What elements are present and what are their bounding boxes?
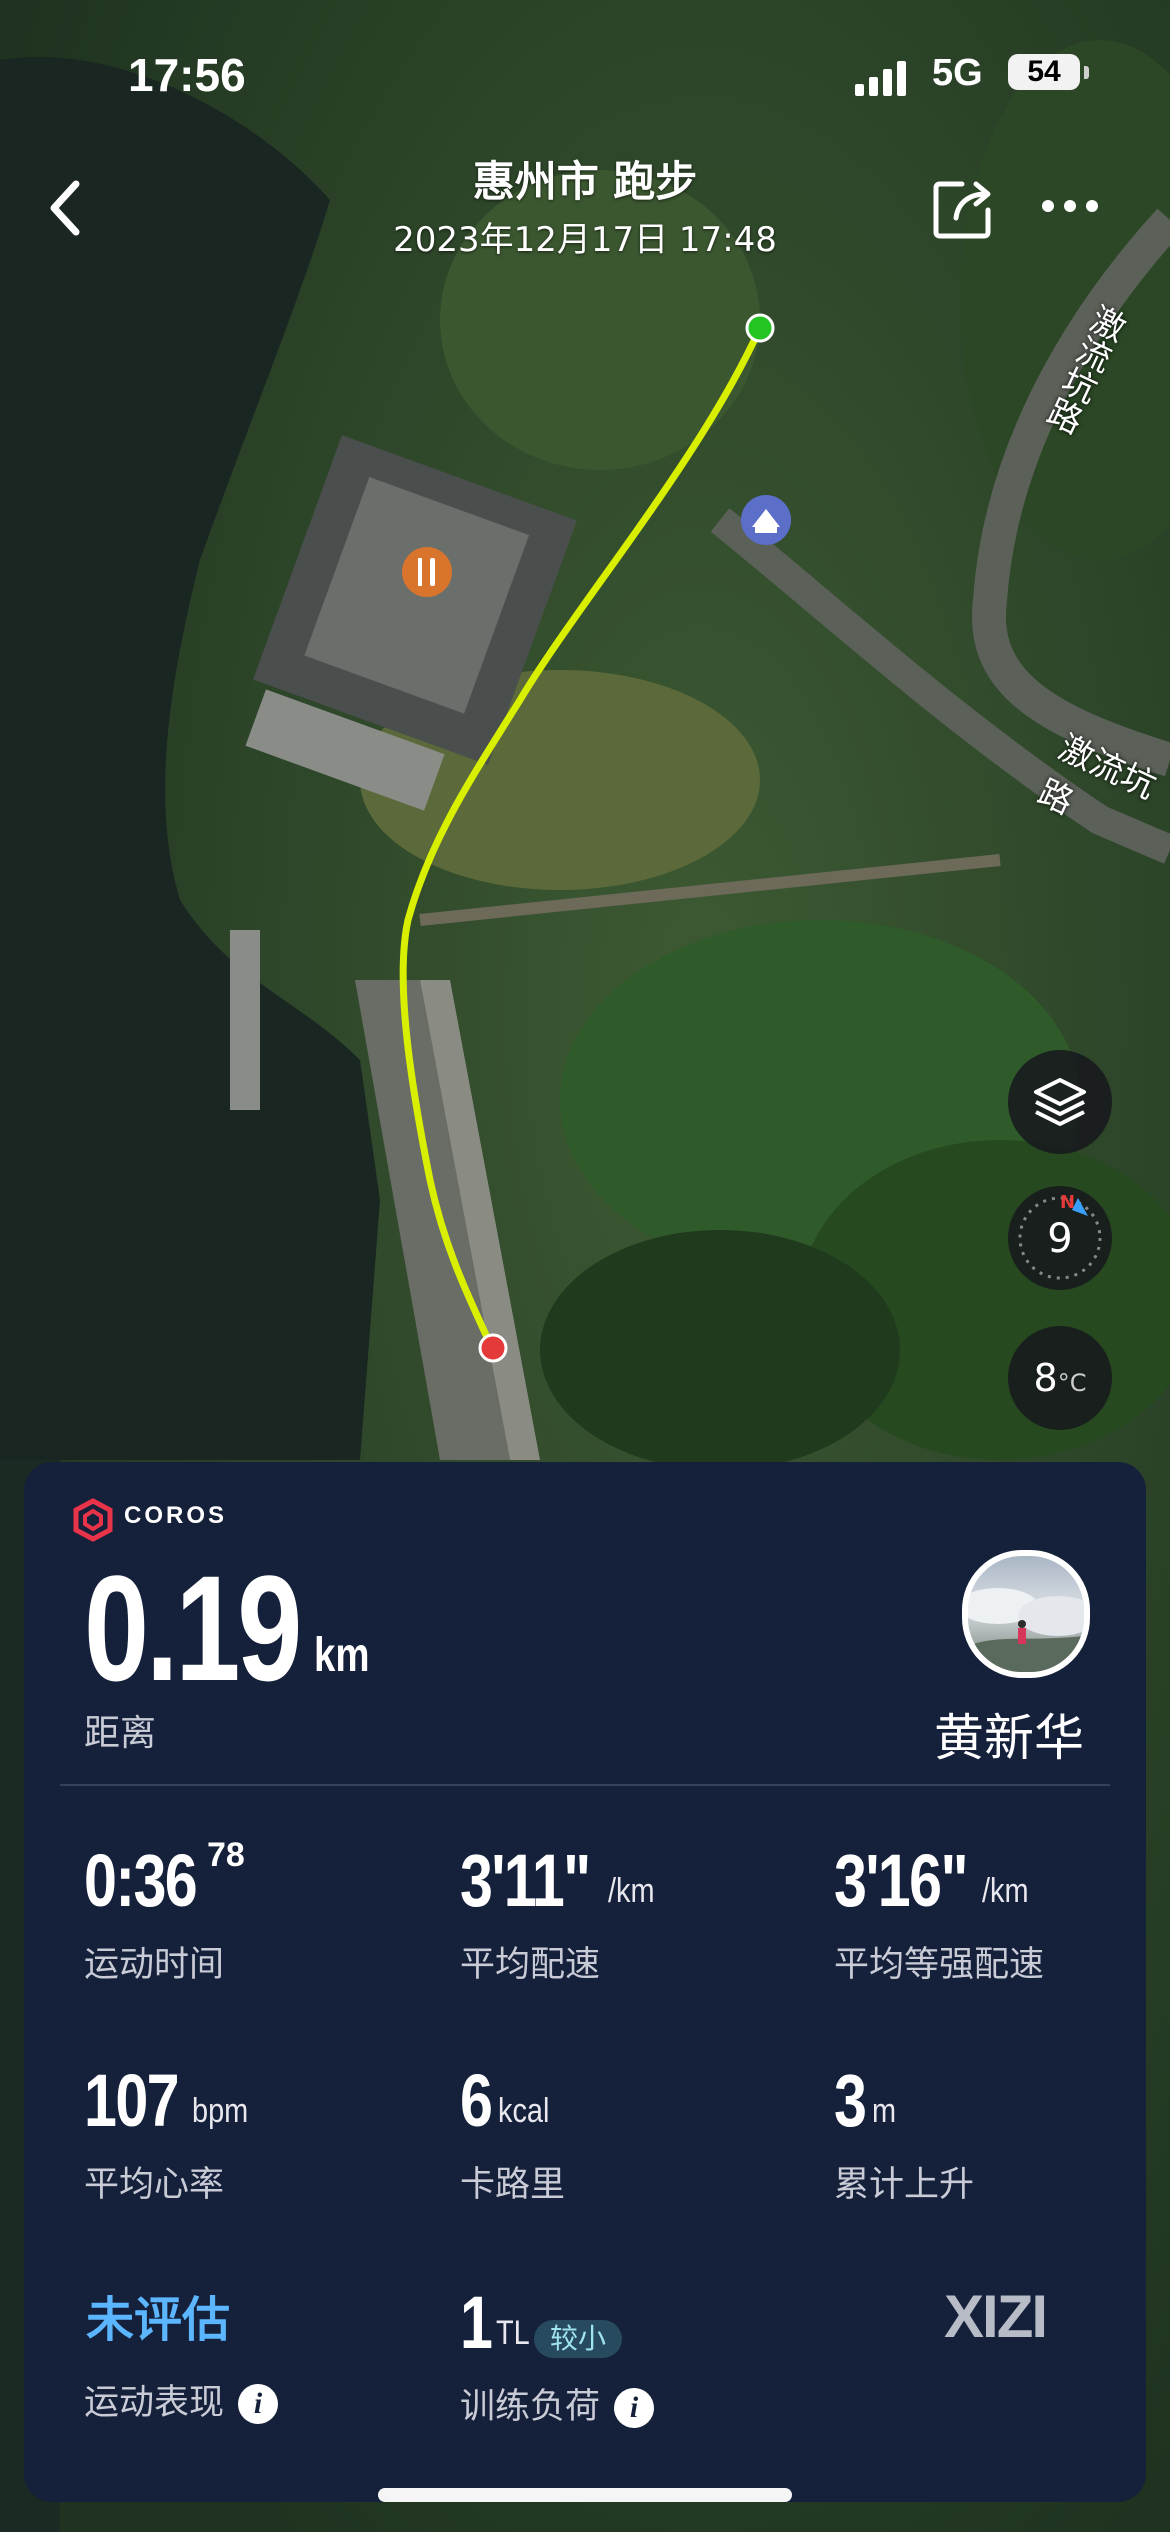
home-indicator[interactable] [378, 2488, 792, 2502]
stat-label-heart-rate: 平均心率 [84, 2165, 225, 2205]
stat-unit: kcal [498, 2092, 550, 2130]
stat-label-duration: 运动时间 [84, 1945, 225, 1985]
avatar-image [968, 1588, 1084, 1672]
stat-value-calories: 6 kcal [460, 2058, 549, 2143]
stat-number: 107 [84, 2059, 180, 2142]
stat-number: 6 [460, 2059, 493, 2142]
training-load-label-row: 训练负荷 i [460, 2378, 655, 2429]
temperature-value: 8 [1033, 1356, 1058, 1400]
coros-logo-icon [73, 1498, 113, 1542]
training-load-number: 1 [460, 2281, 493, 2364]
battery-tip [1084, 66, 1089, 79]
share-icon[interactable] [932, 176, 996, 240]
performance-info-icon[interactable]: i [238, 2384, 279, 2424]
watermark: XIZI [944, 2283, 1048, 2350]
training-load-unit: TL [496, 2314, 530, 2352]
stat-value-duration: 0:36 78 [84, 1836, 245, 1923]
status-time: 17:56 [128, 49, 246, 101]
status-bar: 17:56 5G 54 [0, 48, 1170, 118]
stat-number: 3 [834, 2059, 867, 2142]
training-load-tag: 较小 [534, 2320, 623, 2358]
temperature-unit: °C [1057, 1369, 1087, 1397]
distance-label: 距离 [84, 1713, 157, 1754]
distance-value: 0.19 km [84, 1542, 370, 1715]
stat-value-elevation: 3 m [834, 2058, 896, 2143]
stat-number: 0:36 [84, 1839, 198, 1922]
training-load-label: 训练负荷 [460, 2387, 601, 2427]
athlete-name: 黄新华 [934, 1709, 1084, 1767]
stat-value-avg-pace: 3'11" /km [460, 1838, 655, 1923]
layers-icon [1034, 1078, 1086, 1126]
compass-value: 9 [1047, 1216, 1073, 1262]
training-load-info-icon[interactable]: i [614, 2388, 655, 2428]
performance-value: 未评估 [86, 2292, 231, 2348]
stat-sup: 78 [207, 1836, 245, 1874]
distance-unit: km [314, 1629, 370, 1682]
network-type: 5G [932, 52, 983, 94]
stat-number: 3'11" [460, 1839, 591, 1922]
map-layers-button[interactable] [1008, 1050, 1112, 1154]
more-icon[interactable] [1040, 196, 1100, 216]
stat-value-avg-grade-pace: 3'16" /km [834, 1838, 1029, 1923]
stat-label-avg-pace: 平均配速 [460, 1945, 601, 1985]
stat-label-avg-grade-pace: 平均等强配速 [834, 1945, 1045, 1985]
stat-label-elevation: 累计上升 [834, 2165, 975, 2205]
avatar[interactable] [962, 1550, 1090, 1678]
stat-value-heart-rate: 107 bpm [84, 2058, 248, 2143]
activity-summary-card: COROS 0.19 km 距离 黄新华 0:36 78 运动时间 3'11" … [24, 1462, 1146, 2502]
divider [60, 1784, 1110, 1786]
stat-number: 3'16" [834, 1839, 969, 1922]
distance-number: 0.19 [84, 1544, 302, 1712]
stat-unit: bpm [192, 2092, 249, 2130]
stat-unit: /km [608, 1872, 655, 1910]
temperature: 8°C [1008, 1356, 1112, 1400]
weather-button[interactable]: 8°C [1008, 1326, 1112, 1430]
compass-button[interactable]: N 9 [1008, 1186, 1112, 1290]
stat-unit: /km [982, 1872, 1029, 1910]
stat-label-calories: 卡路里 [460, 2165, 566, 2205]
battery-icon: 54 [1008, 54, 1080, 90]
compass-north: N [1060, 1192, 1076, 1213]
brand-name: COROS [124, 1502, 228, 1529]
performance-label: 运动表现 [84, 2383, 225, 2423]
signal-icon [855, 61, 906, 96]
stat-unit: m [872, 2092, 897, 2130]
performance-label-row: 运动表现 i [84, 2374, 279, 2425]
training-load-value: 1 TL [460, 2280, 530, 2365]
